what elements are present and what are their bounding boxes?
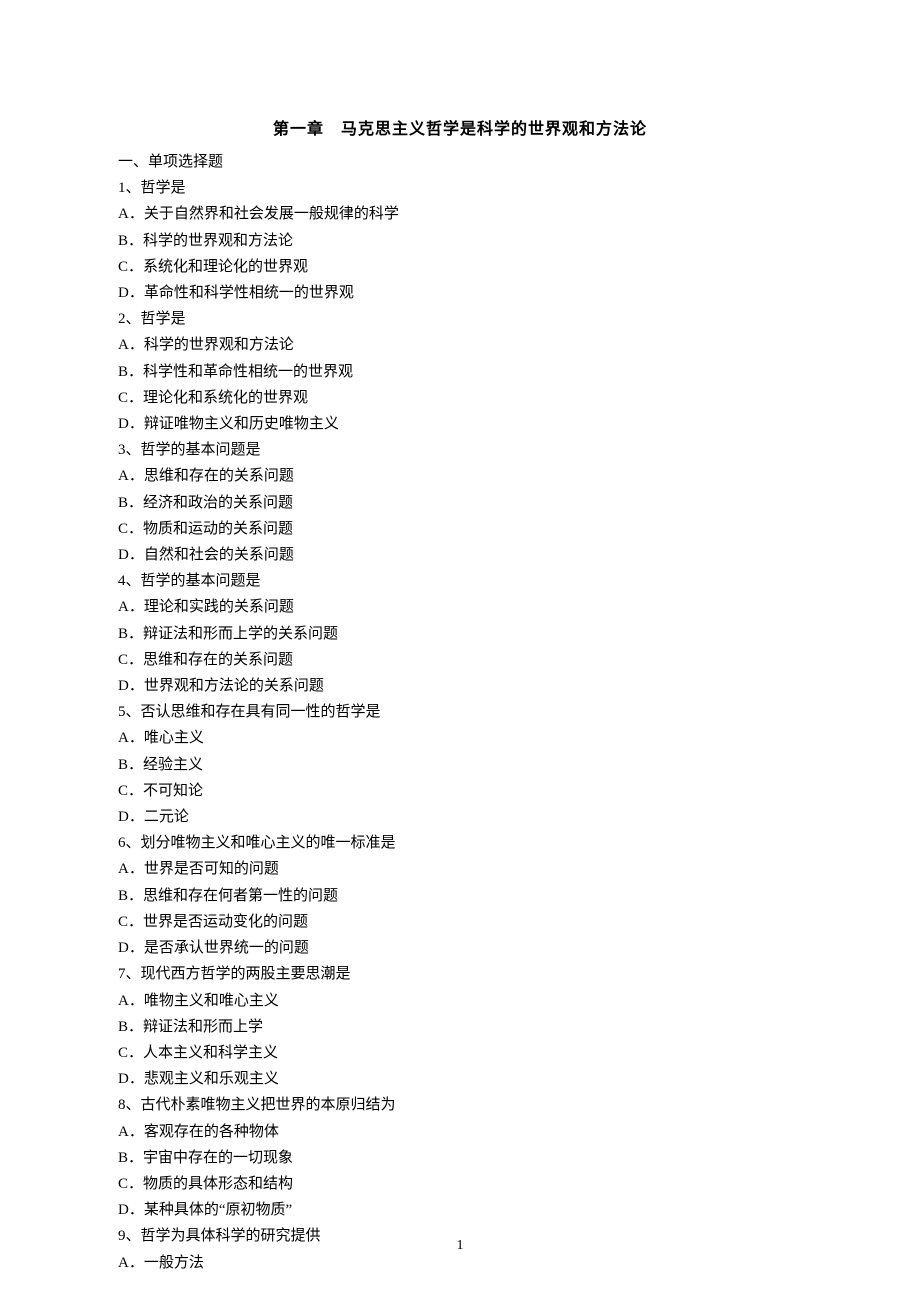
option-b: B．辩证法和形而上学 <box>118 1014 802 1040</box>
chapter-title: 第一章 马克思主义哲学是科学的世界观和方法论 <box>118 115 802 139</box>
question-5: 5、否认思维和存在具有同一性的哲学是 A．唯心主义 B．经验主义 C．不可知论 … <box>118 699 802 830</box>
option-a: A．思维和存在的关系问题 <box>118 463 802 489</box>
option-d: D．是否承认世界统一的问题 <box>118 935 802 961</box>
question-6: 6、划分唯物主义和唯心主义的唯一标准是 A．世界是否可知的问题 B．思维和存在何… <box>118 830 802 961</box>
option-b: B．经验主义 <box>118 752 802 778</box>
option-b: B．经济和政治的关系问题 <box>118 490 802 516</box>
option-b: B．科学的世界观和方法论 <box>118 228 802 254</box>
option-a: A．客观存在的各种物体 <box>118 1119 802 1145</box>
option-c: C．系统化和理论化的世界观 <box>118 254 802 280</box>
question-2: 2、哲学是 A．科学的世界观和方法论 B．科学性和革命性相统一的世界观 C．理论… <box>118 306 802 437</box>
question-3: 3、哲学的基本问题是 A．思维和存在的关系问题 B．经济和政治的关系问题 C．物… <box>118 437 802 568</box>
option-a: A．唯心主义 <box>118 725 802 751</box>
option-c: C．思维和存在的关系问题 <box>118 647 802 673</box>
option-a: A．科学的世界观和方法论 <box>118 332 802 358</box>
option-c: C．不可知论 <box>118 778 802 804</box>
page-number: 1 <box>0 1238 920 1254</box>
option-d: D．某种具体的“原初物质” <box>118 1197 802 1223</box>
option-b: B．辩证法和形而上学的关系问题 <box>118 621 802 647</box>
question-8: 8、古代朴素唯物主义把世界的本原归结为 A．客观存在的各种物体 B．宇宙中存在的… <box>118 1092 802 1223</box>
option-a: A．关于自然界和社会发展一般规律的科学 <box>118 201 802 227</box>
question-4: 4、哲学的基本问题是 A．理论和实践的关系问题 B．辩证法和形而上学的关系问题 … <box>118 568 802 699</box>
question-stem: 3、哲学的基本问题是 <box>118 437 802 463</box>
question-stem: 8、古代朴素唯物主义把世界的本原归结为 <box>118 1092 802 1118</box>
question-stem: 5、否认思维和存在具有同一性的哲学是 <box>118 699 802 725</box>
option-a: A．唯物主义和唯心主义 <box>118 988 802 1014</box>
question-stem: 7、现代西方哲学的两股主要思潮是 <box>118 961 802 987</box>
question-stem: 2、哲学是 <box>118 306 802 332</box>
question-stem: 1、哲学是 <box>118 175 802 201</box>
question-1: 1、哲学是 A．关于自然界和社会发展一般规律的科学 B．科学的世界观和方法论 C… <box>118 175 802 306</box>
option-c: C．人本主义和科学主义 <box>118 1040 802 1066</box>
option-d: D．悲观主义和乐观主义 <box>118 1066 802 1092</box>
option-c: C．物质和运动的关系问题 <box>118 516 802 542</box>
option-a: A．世界是否可知的问题 <box>118 856 802 882</box>
option-d: D．革命性和科学性相统一的世界观 <box>118 280 802 306</box>
question-stem: 6、划分唯物主义和唯心主义的唯一标准是 <box>118 830 802 856</box>
option-c: C．物质的具体形态和结构 <box>118 1171 802 1197</box>
option-d: D．二元论 <box>118 804 802 830</box>
question-7: 7、现代西方哲学的两股主要思潮是 A．唯物主义和唯心主义 B．辩证法和形而上学 … <box>118 961 802 1092</box>
option-b: B．思维和存在何者第一性的问题 <box>118 883 802 909</box>
option-b: B．宇宙中存在的一切现象 <box>118 1145 802 1171</box>
option-b: B．科学性和革命性相统一的世界观 <box>118 359 802 385</box>
option-d: D．辩证唯物主义和历史唯物主义 <box>118 411 802 437</box>
option-a: A．理论和实践的关系问题 <box>118 594 802 620</box>
option-c: C．理论化和系统化的世界观 <box>118 385 802 411</box>
option-c: C．世界是否运动变化的问题 <box>118 909 802 935</box>
question-stem: 4、哲学的基本问题是 <box>118 568 802 594</box>
option-d: D．自然和社会的关系问题 <box>118 542 802 568</box>
option-d: D．世界观和方法论的关系问题 <box>118 673 802 699</box>
section-heading: 一、单项选择题 <box>118 149 802 175</box>
document-page: 第一章 马克思主义哲学是科学的世界观和方法论 一、单项选择题 1、哲学是 A．关… <box>0 0 920 1316</box>
